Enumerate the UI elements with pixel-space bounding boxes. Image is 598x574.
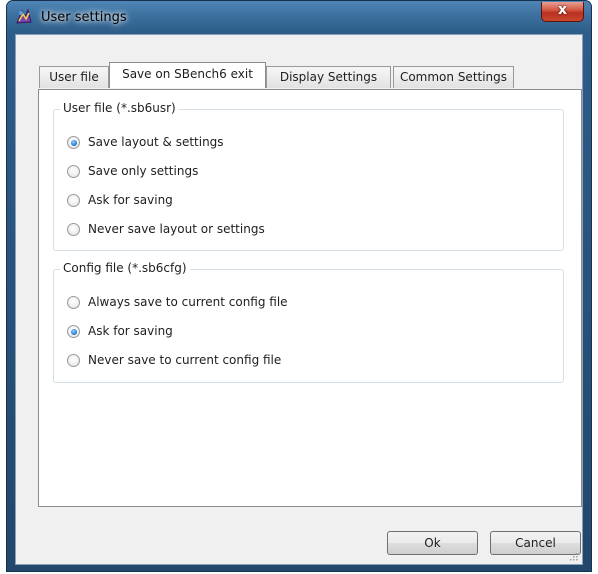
radio-label: Save layout & settings [88,135,224,149]
radio-button[interactable] [67,296,80,309]
dialog-window: User settings x User file Save on SBench… [6,0,592,572]
tab-panel: User file (*.sb6usr) Save layout & setti… [38,89,582,507]
tab-common-settings[interactable]: Common Settings [393,66,514,88]
title-bar[interactable]: User settings x [7,1,591,34]
radio-label: Never save layout or settings [88,222,265,236]
close-button[interactable]: x [541,2,584,22]
radio-label: Never save to current config file [88,353,282,367]
user-file-group: User file (*.sb6usr) Save layout & setti… [53,101,564,251]
radio-button[interactable] [67,354,80,367]
radio-button[interactable] [67,165,80,178]
radio-label: Ask for saving [88,324,173,338]
radio-label: Always save to current config file [88,295,288,309]
radio-label: Save only settings [88,164,199,178]
tab-display-settings[interactable]: Display Settings [266,66,391,88]
config-file-group-legend: Config file (*.sb6cfg) [60,261,190,275]
radio-button[interactable] [67,136,80,149]
radio-button[interactable] [67,325,80,338]
close-icon: x [557,2,568,18]
tab-user-file[interactable]: User file [39,66,109,88]
window-title: User settings [41,10,127,25]
ok-button[interactable]: Ok [387,531,478,555]
config-file-group: Config file (*.sb6cfg) Always save to cu… [53,261,564,383]
resize-grip-icon[interactable] [568,551,578,561]
tab-save-on-exit[interactable]: Save on SBench6 exit [109,62,266,88]
radio-label: Ask for saving [88,193,173,207]
user-file-group-legend: User file (*.sb6usr) [60,101,179,115]
radio-button[interactable] [67,223,80,236]
app-icon [16,8,32,24]
dialog-body: User file Save on SBench6 exit Display S… [15,34,583,565]
radio-button[interactable] [67,194,80,207]
